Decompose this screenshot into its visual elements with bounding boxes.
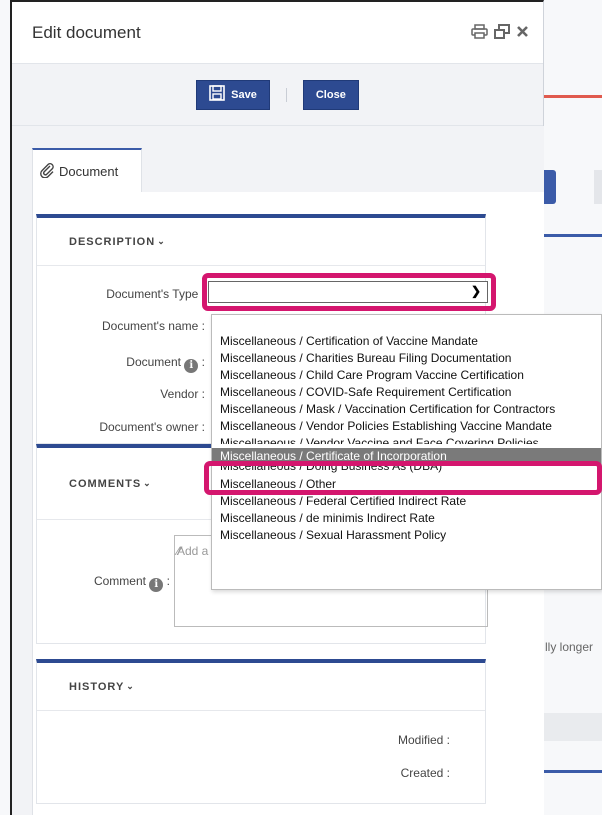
- close-icon[interactable]: [516, 24, 529, 44]
- document-type-dropdown[interactable]: Miscellaneous / Certification of Vaccine…: [211, 314, 602, 590]
- info-icon[interactable]: i: [149, 578, 164, 592]
- close-button[interactable]: Close: [302, 79, 359, 110]
- background-page-edge: [0, 0, 10, 815]
- dropdown-option[interactable]: Miscellaneous / Charities Bureau Filing …: [212, 350, 601, 367]
- background-section-line: [544, 234, 602, 237]
- save-button-label: Save: [231, 88, 257, 101]
- highlight-frame: [202, 273, 496, 311]
- tab-document[interactable]: Document: [32, 148, 142, 192]
- tab-document-label: Document: [59, 163, 119, 179]
- dropdown-option[interactable]: Miscellaneous / Child Care Program Vacci…: [212, 367, 601, 384]
- document-label: Document: [126, 355, 181, 369]
- dropdown-option[interactable]: Miscellaneous / Sexual Harassment Policy: [212, 527, 601, 544]
- close-button-label: Close: [315, 88, 346, 101]
- restore-window-icon[interactable]: [494, 24, 510, 44]
- dropdown-option[interactable]: Miscellaneous / Vendor Policies Establis…: [212, 418, 601, 435]
- dropdown-option[interactable]: Miscellaneous / de minimis Indirect Rate: [212, 510, 601, 527]
- paperclip-icon: [39, 162, 55, 181]
- chevron-down-icon: ⌄: [126, 681, 135, 691]
- dropdown-option[interactable]: Miscellaneous / Vendor Vaccine and Face …: [212, 435, 601, 444]
- dropdown-option[interactable]: Miscellaneous / COVID-Safe Requirement C…: [212, 384, 601, 401]
- dropdown-option[interactable]: Miscellaneous / Mask / Vaccination Certi…: [212, 401, 601, 418]
- modified-label: Modified :: [397, 733, 450, 747]
- comments-title-text: COMMENTS: [69, 477, 142, 490]
- dropdown-option[interactable]: Miscellaneous / Federal Certified Indire…: [212, 493, 601, 510]
- chevron-down-icon: ⌄: [157, 236, 166, 246]
- print-icon[interactable]: [471, 24, 488, 44]
- info-icon[interactable]: i: [184, 359, 199, 373]
- toolbar-separator: [285, 87, 287, 102]
- background-band: [544, 713, 602, 741]
- description-title-text: DESCRIPTION: [69, 235, 156, 248]
- background-button-secondary: [594, 170, 602, 204]
- background-accent-line: [544, 95, 602, 98]
- comment-label: Comment: [93, 574, 146, 588]
- save-icon: [209, 85, 225, 104]
- header-icons: [471, 24, 529, 44]
- document-owner-label: Document's owner :: [99, 420, 205, 434]
- document-name-label: Document's name :: [101, 319, 205, 333]
- background-text: lly longer: [545, 640, 594, 654]
- dropdown-option[interactable]: Miscellaneous / Certification of Vaccine…: [212, 333, 601, 350]
- created-label: Created :: [400, 766, 450, 780]
- history-section-title[interactable]: HISTORY ⌄: [37, 663, 485, 711]
- history-section: HISTORY ⌄: [36, 659, 486, 804]
- history-title-text: HISTORY: [69, 680, 125, 693]
- background-section-line: [544, 770, 602, 773]
- comment-label-row: Comment i :: [93, 574, 170, 592]
- chevron-down-icon: ⌄: [143, 478, 152, 488]
- document-label-row: Document i :: [126, 355, 205, 373]
- modal-header: Edit document: [12, 2, 543, 64]
- highlight-frame: [204, 461, 602, 495]
- modal-toolbar: Save Close: [12, 64, 543, 126]
- background-button: [544, 170, 556, 204]
- vendor-label: Vendor :: [160, 387, 205, 401]
- save-button[interactable]: Save: [196, 79, 270, 110]
- document-type-label: Document's Type :: [106, 287, 205, 301]
- modal-title: Edit document: [32, 22, 141, 42]
- description-section-title[interactable]: DESCRIPTION ⌄: [37, 218, 485, 266]
